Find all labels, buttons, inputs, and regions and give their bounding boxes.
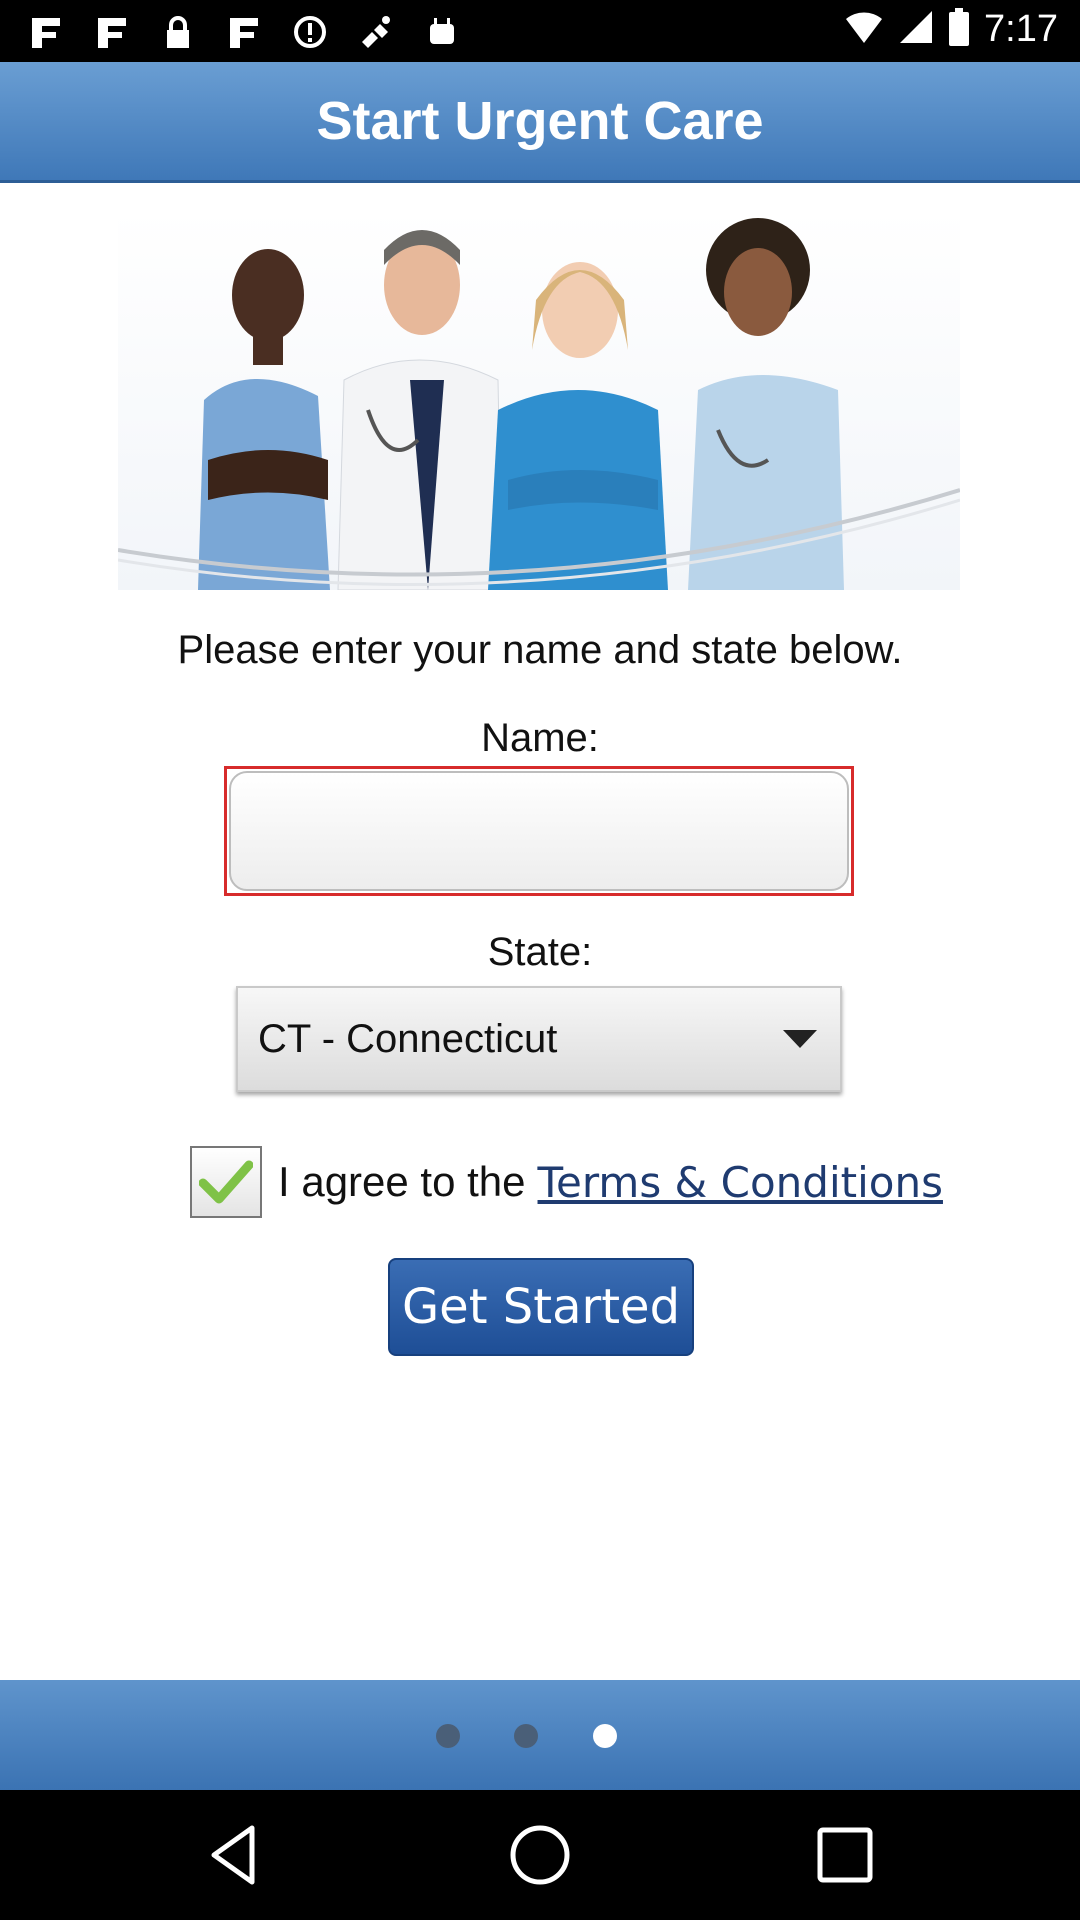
back-icon[interactable] — [200, 1820, 270, 1890]
page-title: Start Urgent Care — [316, 91, 764, 151]
state-label: State: — [487, 930, 593, 974]
pager-bar — [0, 1680, 1080, 1790]
android-debug-icon — [422, 12, 462, 52]
chevron-down-icon — [760, 1030, 840, 1048]
name-label: Name: — [481, 716, 599, 760]
get-started-button[interactable]: Get Started — [388, 1258, 694, 1356]
wifi-icon — [844, 9, 884, 50]
lock-icon — [158, 12, 198, 52]
signal-icon — [898, 9, 934, 50]
terms-agreement-row: I agree to the Terms & Conditions — [190, 1144, 943, 1220]
page-indicator-dot-active[interactable] — [593, 1724, 617, 1748]
navigation-bar — [0, 1790, 1080, 1920]
battery-icon — [948, 8, 970, 51]
name-input[interactable] — [229, 771, 849, 891]
title-bar: Start Urgent Care — [0, 62, 1080, 183]
terms-conditions-link[interactable]: Terms & Conditions — [538, 1158, 943, 1207]
notification-icon — [26, 12, 66, 52]
clock: 7:17 — [984, 8, 1058, 50]
notification-icon — [224, 12, 264, 52]
state-dropdown[interactable]: CT - Connecticut — [236, 986, 842, 1092]
page-indicator-dot[interactable] — [514, 1724, 538, 1748]
recents-icon[interactable] — [810, 1820, 880, 1890]
page-indicator-dot[interactable] — [436, 1724, 460, 1748]
agree-text: I agree to the — [278, 1158, 526, 1205]
agree-checkbox[interactable] — [190, 1146, 262, 1218]
checkmark-icon — [199, 1160, 253, 1204]
name-field-error-frame — [224, 766, 854, 896]
instruction-text: Please enter your name and state below. — [177, 628, 903, 672]
state-selected-value: CT - Connecticut — [258, 1016, 558, 1061]
fake-gps-icon — [356, 12, 396, 52]
alert-icon — [290, 12, 330, 52]
home-icon[interactable] — [505, 1820, 575, 1890]
notification-icon — [92, 12, 132, 52]
status-bar: 7:17 — [0, 0, 1080, 62]
medical-staff-illustration — [118, 210, 960, 590]
